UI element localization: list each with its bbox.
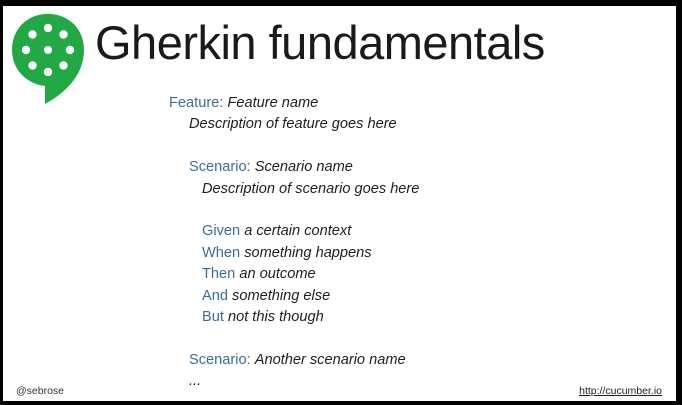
step-then: Then an outcome bbox=[169, 264, 419, 285]
step-keyword: And bbox=[202, 287, 228, 304]
step-keyword: Given bbox=[202, 223, 241, 240]
step-keyword: But bbox=[202, 308, 224, 325]
cucumber-logo-icon bbox=[12, 14, 84, 104]
scenario-keyword: Scenario: bbox=[189, 159, 251, 176]
step-when: When something happens bbox=[169, 243, 419, 264]
feature-line: Feature: Feature name bbox=[169, 93, 419, 114]
step-but: But not this though bbox=[169, 307, 419, 328]
cucumber-link[interactable]: http://cucumber.io bbox=[579, 385, 662, 397]
step-given: Given a certain context bbox=[169, 221, 419, 242]
scenario-name: Scenario name bbox=[254, 159, 353, 176]
scenario-line: Scenario: Scenario name bbox=[169, 157, 419, 178]
ellipsis: ... bbox=[189, 373, 202, 390]
feature-description: Description of feature goes here bbox=[169, 114, 419, 135]
scenario-name: Another scenario name bbox=[254, 351, 406, 368]
gherkin-code-block: Feature: Feature name Description of fea… bbox=[169, 93, 419, 392]
page-title: Gherkin fundamentals bbox=[95, 16, 545, 69]
scenario-line-2: Scenario: Another scenario name bbox=[169, 350, 419, 371]
scenario-keyword: Scenario: bbox=[189, 351, 251, 368]
scenario-description: Description of scenario goes here bbox=[169, 179, 419, 200]
step-text: something else bbox=[232, 287, 331, 304]
feature-name: Feature name bbox=[227, 95, 319, 111]
slide: Gherkin fundamentals Feature: Feature na… bbox=[3, 6, 676, 401]
step-keyword: When bbox=[202, 244, 241, 261]
step-keyword: Then bbox=[202, 266, 236, 283]
step-text: something happens bbox=[244, 244, 372, 261]
step-text: not this though bbox=[227, 308, 324, 325]
step-text: a certain context bbox=[244, 223, 352, 240]
scenario-description-text: Description of scenario goes here bbox=[202, 180, 420, 197]
author-handle: @sebrose bbox=[16, 385, 65, 397]
ellipsis-line: ... bbox=[169, 371, 419, 392]
feature-keyword: Feature: bbox=[169, 95, 224, 111]
step-text: an outcome bbox=[239, 266, 316, 283]
step-and: And something else bbox=[169, 286, 419, 307]
feature-description-text: Description of feature goes here bbox=[189, 116, 397, 133]
